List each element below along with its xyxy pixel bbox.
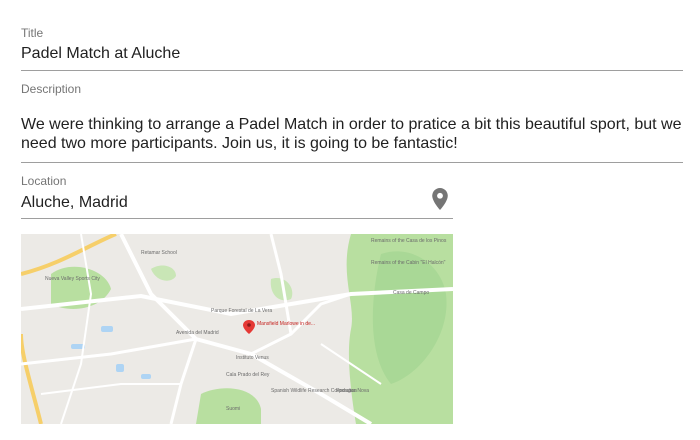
location-pin-icon[interactable] <box>432 188 448 210</box>
map-place-label: Casa de Campo <box>393 290 429 296</box>
map-place-label: Rodagas Nova <box>336 388 369 394</box>
map-place-label: Cala Prado del Rey <box>226 372 270 378</box>
map-place-label: Retamar School <box>141 250 177 256</box>
map-place-label: Parque Forestal de La Vera <box>211 308 272 314</box>
title-underline <box>21 70 683 71</box>
title-label: Title <box>21 26 44 40</box>
map-place-label: Suomi <box>226 406 240 412</box>
map-place-label: Instituto Venus <box>236 355 269 361</box>
title-input[interactable]: Padel Match at Aluche <box>21 45 683 63</box>
location-label: Location <box>21 174 67 188</box>
map-place-label: Nueva Valley Sports City <box>45 276 100 282</box>
map-place-label: Avenida del Madrid <box>176 330 219 336</box>
map-place-label: Remains of the Casa de los Pinos <box>371 238 447 244</box>
description-underline <box>21 162 683 163</box>
description-label: Description <box>21 82 82 96</box>
description-field[interactable]: Description We were thinking to arrange … <box>21 82 683 153</box>
description-line-1: We were thinking to arrange a Padel Matc… <box>21 116 682 133</box>
title-field[interactable]: Title Padel Match at Aluche <box>21 26 683 63</box>
location-field[interactable]: Location Aluche, Madrid <box>21 174 453 212</box>
map-place-label: Remains of the Cabin "El Halcón" <box>371 260 446 266</box>
description-line-2: need two more participants. Join us, it … <box>21 135 458 152</box>
location-input[interactable]: Aluche, Madrid <box>21 194 453 212</box>
description-input[interactable]: We were thinking to arrange a Padel Matc… <box>21 115 683 153</box>
map-preview[interactable]: Mansfield Marlowe in de... Retamar Schoo… <box>21 234 453 424</box>
location-underline <box>21 218 453 219</box>
map-marker-label: Mansfield Marlowe in de... <box>257 321 315 327</box>
